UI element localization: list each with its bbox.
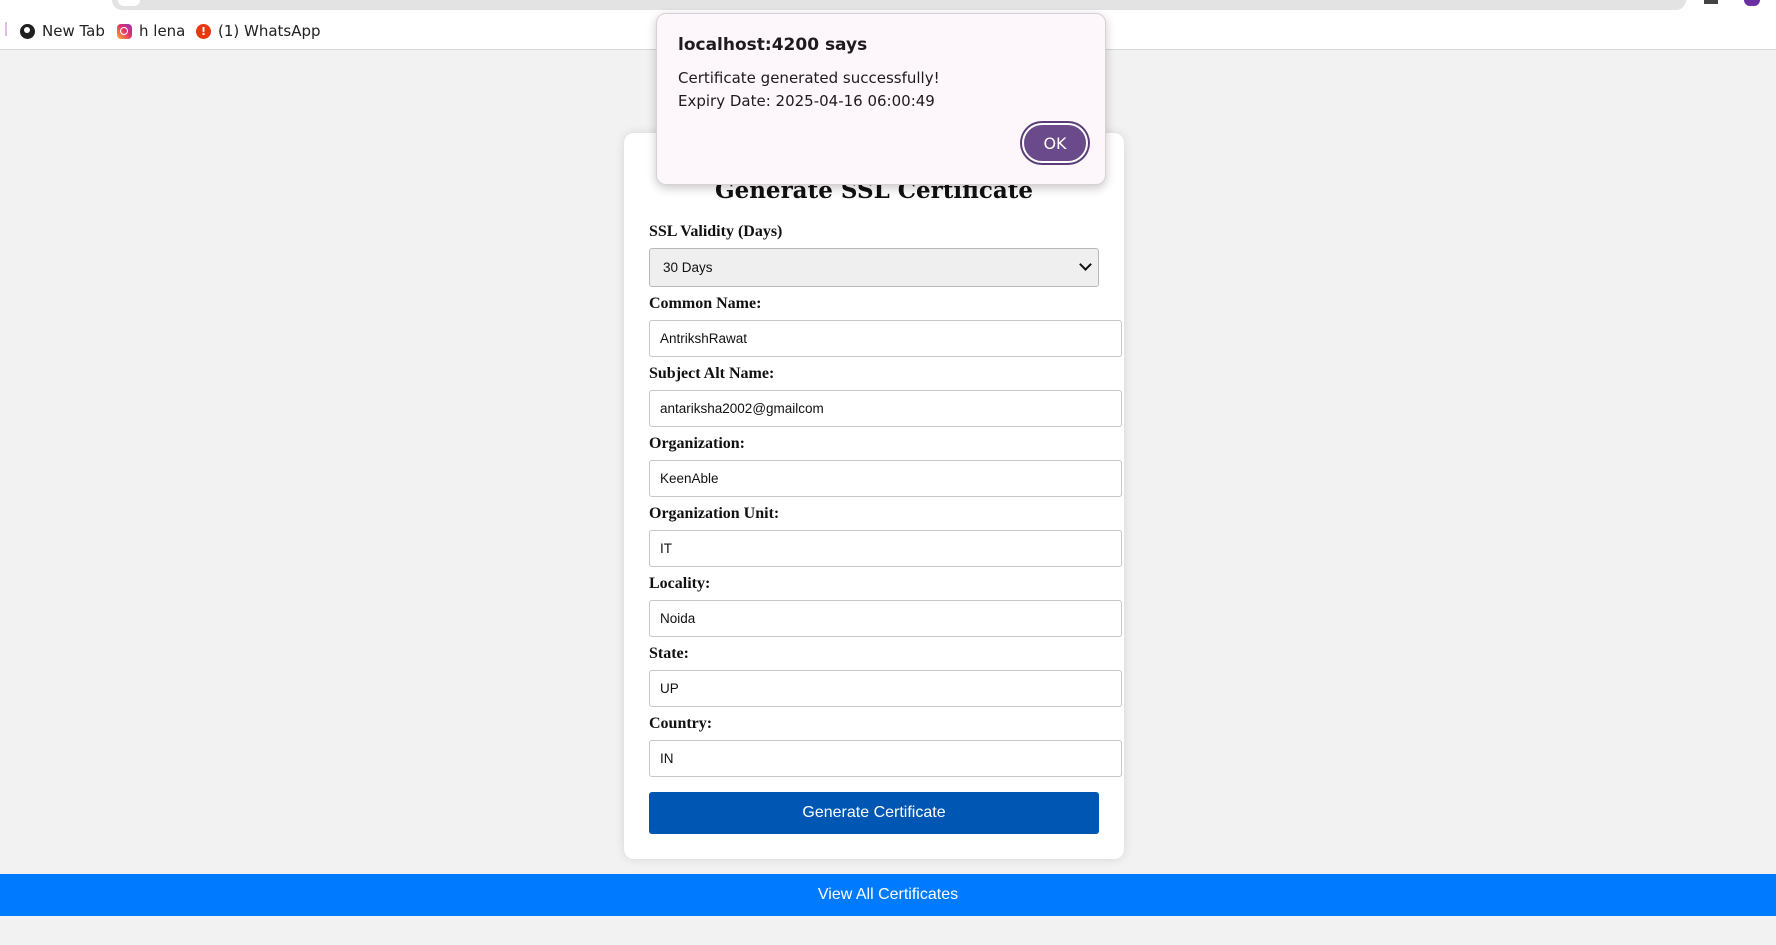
organization-unit-label: Organization Unit: [649, 505, 780, 522]
bookmark-h-lena[interactable]: h lena [117, 19, 185, 43]
organization-input[interactable] [649, 460, 1122, 497]
validity-select[interactable]: 30 Days [649, 248, 1099, 287]
state-label: State: [649, 645, 689, 662]
country-label: Country: [649, 715, 713, 732]
alert-dialog: localhost:4200 says Certificate generate… [656, 13, 1106, 185]
address-bar[interactable] [112, 0, 1686, 10]
state-input[interactable] [649, 670, 1122, 707]
site-info-icon[interactable] [118, 0, 140, 6]
bookmark-label: (1) WhatsApp [218, 22, 321, 40]
instagram-icon [117, 23, 132, 39]
whatsapp-icon: ! [196, 23, 211, 39]
dialog-message-line: Certificate generated successfully! [678, 69, 940, 87]
profile-avatar[interactable] [1744, 0, 1760, 6]
view-all-certificates-button[interactable]: View All Certificates [0, 874, 1776, 916]
subject-alt-name-label: Subject Alt Name: [649, 365, 775, 382]
bookmark-label: h lena [139, 22, 186, 40]
organization-unit-input[interactable] [649, 530, 1122, 567]
globe-icon [20, 23, 35, 39]
common-name-label: Common Name: [649, 295, 762, 312]
bookmark-new-tab[interactable]: New Tab [20, 19, 105, 43]
chevron-down-icon [1079, 258, 1092, 271]
certificate-form-card: Generate SSL Certificate SSL Validity (D… [624, 133, 1124, 859]
locality-label: Locality: [649, 575, 711, 592]
menu-icon[interactable] [1704, 0, 1718, 4]
locality-input[interactable] [649, 600, 1122, 637]
dialog-title: localhost:4200 says [678, 35, 868, 55]
validity-selected-value: 30 Days [663, 260, 713, 275]
bookmark-label: New Tab [42, 22, 105, 40]
bookmark-whatsapp[interactable]: ! (1) WhatsApp [196, 19, 321, 43]
subject-alt-name-input[interactable] [649, 390, 1122, 427]
country-input[interactable] [649, 740, 1122, 777]
organization-label: Organization: [649, 435, 745, 452]
validity-label: SSL Validity (Days) [649, 223, 783, 240]
ok-button[interactable]: OK [1022, 123, 1088, 163]
common-name-input[interactable] [649, 320, 1122, 357]
dialog-message-line: Expiry Date: 2025-04-16 06:00:49 [678, 92, 935, 110]
generate-certificate-button[interactable]: Generate Certificate [649, 792, 1099, 834]
dialog-message: Certificate generated successfully! Expi… [678, 67, 940, 113]
bookmarks-edge [5, 22, 7, 36]
browser-toolbar [0, 0, 1776, 12]
